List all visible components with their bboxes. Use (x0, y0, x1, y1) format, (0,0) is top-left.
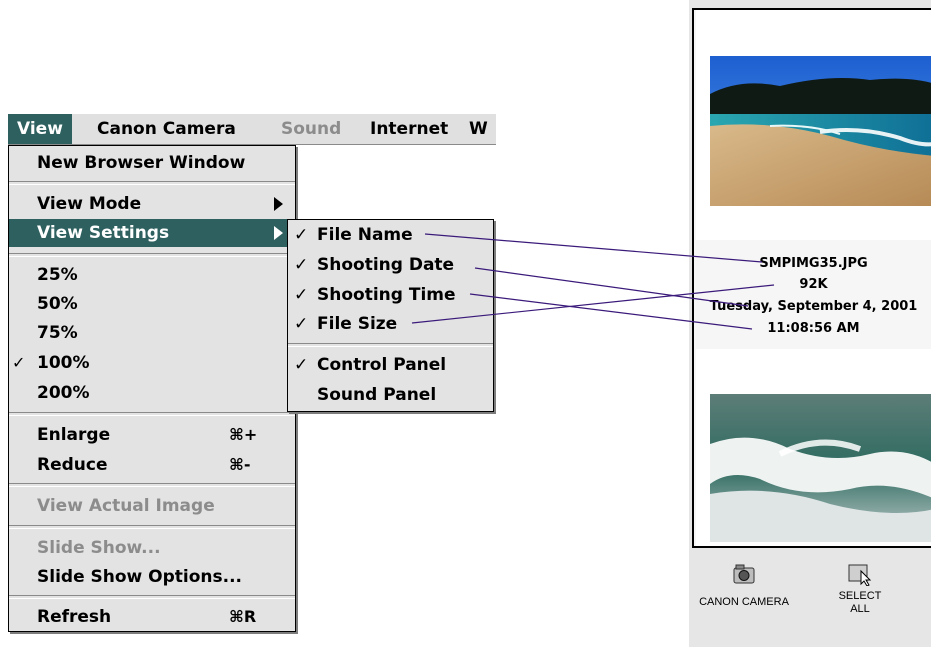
menu-item-view-actual-image[interactable]: View Actual Image (9, 492, 295, 520)
menu-separator (9, 412, 295, 416)
menu-item-slide-show[interactable]: Slide Show... (9, 534, 295, 562)
submenu-item-label: File Name (317, 225, 413, 245)
select-all-icon (848, 564, 872, 586)
checkmark-icon: ✓ (294, 314, 309, 334)
select-all-label-line1: SELECT (838, 590, 882, 602)
thumbnail-pane: SMPIMG35.JPG 92K Tuesday, September 4, 2… (692, 8, 931, 548)
menu-separator (9, 253, 295, 257)
image-browser-panel: SMPIMG35.JPG 92K Tuesday, September 4, 2… (689, 0, 931, 647)
thumbnail-cell[interactable] (696, 349, 931, 546)
menu-item-label: Reduce (37, 455, 108, 475)
menu-item-label: 200% (37, 383, 90, 403)
view-settings-submenu: ✓ File Name ✓ Shooting Date ✓ Shooting T… (287, 219, 494, 412)
menu-item-new-browser-window[interactable]: New Browser Window (9, 149, 295, 177)
menu-item-label: 75% (37, 323, 78, 343)
submenu-item-shooting-time[interactable]: ✓ Shooting Time (288, 281, 493, 309)
checkmark-icon: ✓ (294, 225, 309, 245)
submenu-item-file-size[interactable]: ✓ File Size (288, 310, 493, 338)
canon-camera-button[interactable]: CANON CAMERA (689, 562, 799, 609)
menu-item-zoom-200[interactable]: 200% (9, 379, 295, 407)
submenu-item-label: Shooting Date (317, 255, 455, 275)
submenu-item-control-panel[interactable]: ✓ Control Panel (288, 351, 493, 379)
menu-item-label: New Browser Window (37, 153, 246, 173)
thumbnail-cell[interactable] (696, 10, 931, 240)
menu-sound[interactable]: Sound (272, 114, 350, 144)
menu-bar: View Canon Camera Sound Internet W (8, 114, 496, 145)
submenu-item-file-name[interactable]: ✓ File Name (288, 221, 493, 249)
menu-view[interactable]: View (8, 114, 72, 144)
menu-item-refresh[interactable]: Refresh ⌘R (9, 603, 295, 631)
menu-separator (9, 595, 295, 599)
submenu-item-shooting-date[interactable]: ✓ Shooting Date (288, 251, 493, 279)
checkmark-icon: ✓ (294, 255, 309, 275)
submenu-item-label: Control Panel (317, 355, 447, 375)
select-all-label-line2: ALL (850, 603, 870, 615)
shortcut-label: ⌘R (229, 607, 257, 626)
shooting-time-text: 11:08:56 AM (767, 321, 860, 336)
submenu-item-label: Shooting Time (317, 285, 456, 305)
checkmark-icon: ✓ (294, 355, 309, 375)
menu-separator (9, 525, 295, 529)
submenu-item-label: Sound Panel (317, 385, 437, 405)
menu-item-label: View Settings (37, 223, 170, 243)
menu-internet[interactable]: Internet (361, 114, 457, 144)
checkmark-icon: ✓ (12, 353, 26, 372)
menu-item-label: 25% (37, 265, 78, 285)
checkmark-icon: ✓ (294, 285, 309, 305)
menu-item-zoom-50[interactable]: 50% (9, 290, 295, 318)
menu-item-slide-show-options[interactable]: Slide Show Options... (9, 563, 295, 591)
menu-item-view-mode[interactable]: View Mode (9, 190, 295, 218)
shooting-date-text: Tuesday, September 4, 2001 (709, 299, 918, 314)
camera-icon (733, 564, 755, 584)
menu-separator (288, 343, 493, 347)
menu-item-label: Enlarge (37, 425, 111, 445)
menu-separator (9, 181, 295, 185)
menu-window[interactable]: W (460, 114, 497, 144)
menu-item-label: View Actual Image (37, 496, 215, 516)
menu-item-label: Slide Show... (37, 538, 161, 558)
file-name-text: SMPIMG35.JPG (759, 256, 868, 271)
shortcut-label: ⌘- (229, 455, 251, 474)
submenu-arrow-icon (274, 226, 283, 240)
view-menu: New Browser Window View Mode View Settin… (8, 145, 296, 632)
menu-item-reduce[interactable]: Reduce ⌘- (9, 451, 295, 479)
submenu-arrow-icon (274, 197, 283, 211)
menu-item-enlarge[interactable]: Enlarge ⌘+ (9, 421, 295, 449)
menu-item-label: View Mode (37, 194, 142, 214)
menu-item-label: Refresh (37, 607, 112, 627)
menu-item-label: Slide Show Options... (37, 567, 243, 587)
submenu-item-label: File Size (317, 314, 398, 334)
submenu-item-sound-panel[interactable]: Sound Panel (288, 381, 493, 409)
menu-item-zoom-25[interactable]: 25% (9, 261, 295, 289)
menu-item-zoom-100[interactable]: ✓ 100% (9, 349, 295, 377)
menu-separator (9, 483, 295, 487)
menu-item-label: 100% (37, 353, 90, 373)
menu-item-zoom-75[interactable]: 75% (9, 319, 295, 347)
canon-camera-label: CANON CAMERA (699, 596, 789, 608)
thumbnail-wave-image (710, 394, 931, 542)
menu-item-view-settings[interactable]: View Settings (9, 219, 295, 247)
menu-item-label: 50% (37, 294, 78, 314)
thumbnail-beach-image (710, 56, 931, 206)
select-all-button[interactable]: SELECT ALL (805, 562, 915, 616)
file-size-text: 92K (799, 277, 828, 292)
menu-canon-camera[interactable]: Canon Camera (88, 114, 245, 144)
shortcut-label: ⌘+ (229, 425, 258, 444)
